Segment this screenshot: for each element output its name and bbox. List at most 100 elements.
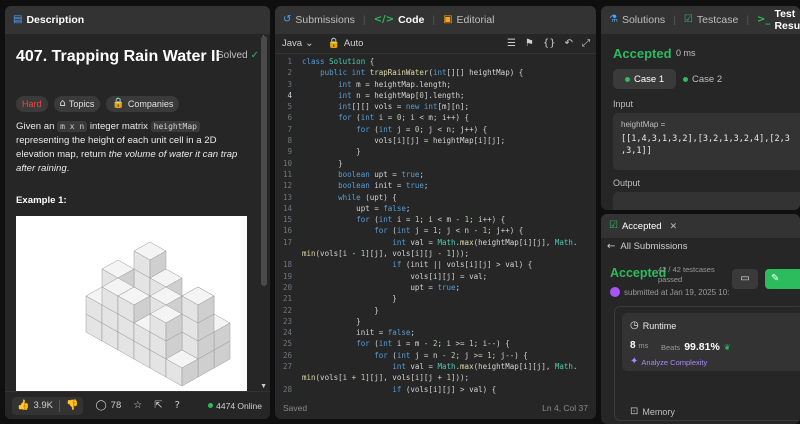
tab-code[interactable]: </> Code <box>374 14 425 26</box>
code-line[interactable]: 27 int val = Math.max(heightMap[i][j], M… <box>275 361 596 372</box>
test-result-panel: ⚗ Solutions | ☑ Testcase | >_ Test Resul… <box>601 6 800 210</box>
braces-icon[interactable]: {} <box>543 38 556 49</box>
code-line[interactable]: min(vols[i - 1][j], vols[i][j - 1])); <box>275 248 596 259</box>
tab-description[interactable]: ▤ Description <box>13 14 84 26</box>
tab-test-result[interactable]: >_ Test Result <box>757 8 800 32</box>
chevron-down-icon: ⌄ <box>305 37 314 49</box>
companies-tag[interactable]: 🔒 Companies <box>106 96 180 112</box>
auto-toggle[interactable]: 🔒 Auto <box>327 38 363 49</box>
code-line[interactable]: 1 class Solution { <box>275 56 596 67</box>
scrollbar-thumb[interactable] <box>261 36 267 286</box>
line-text: for (int j = 1; j < n - 1; j++) { <box>374 226 524 236</box>
code-line[interactable]: 14 upt = false; <box>275 203 596 214</box>
code-line[interactable]: 6 for (int i = 0; i < m; i++) { <box>275 112 596 123</box>
topics-tag[interactable]: ⌂ Topics <box>53 96 101 112</box>
analyze-complexity-link[interactable]: ✦ Analyze Complexity <box>630 357 707 367</box>
code-line[interactable]: 20 upt = true; <box>275 282 596 293</box>
code-line[interactable]: 28 if (vols[i][j] > val) { <box>275 384 596 395</box>
code-line[interactable]: 13 while (upt) { <box>275 192 596 203</box>
code-line[interactable]: 2 public int trapRainWater(int[][] heigh… <box>275 67 596 78</box>
tab-editorial[interactable]: ▣ Editorial <box>443 14 494 26</box>
code-line[interactable]: 19 vols[i][j] = val; <box>275 271 596 282</box>
code-line[interactable]: 24 init = false; <box>275 327 596 338</box>
share-button[interactable]: ⇱ <box>154 400 162 411</box>
thumbs-down-icon[interactable]: 👎 <box>66 400 78 411</box>
line-text: while (upt) { <box>338 192 397 202</box>
code-line[interactable]: 17 int val = Math.max(heightMap[i][j], M… <box>275 237 596 248</box>
code-line[interactable]: 15 for (int i = 1; i < m - 1; i++) { <box>275 214 596 225</box>
runtime-label: Runtime <box>642 321 677 331</box>
description-header: ▤ Description <box>5 6 270 34</box>
case-2-tab[interactable]: Case 2 <box>671 69 734 89</box>
comment-count: 78 <box>110 400 122 411</box>
tab-editorial-label: Editorial <box>456 14 495 26</box>
auto-label: Auto <box>343 38 364 49</box>
code-line[interactable]: 16 for (int j = 1; j < n - 1; j++) { <box>275 225 596 236</box>
expand-icon[interactable]: ⤢ <box>582 38 590 49</box>
tab-accepted[interactable]: ☑ Accepted <box>609 221 662 232</box>
runtime-card[interactable]: ◷ Runtime 8 ms Beats 99.81% ❦ ✦ Analyze … <box>622 313 800 371</box>
reset-icon[interactable]: ↶ <box>565 38 573 49</box>
code-line[interactable]: 22 } <box>275 305 596 316</box>
back-to-submissions[interactable]: ← All Submissions <box>607 241 687 252</box>
help-button[interactable]: ? <box>175 400 180 411</box>
chip-icon: ⊡ <box>630 406 639 417</box>
code-editor[interactable]: 1 class Solution {2 public int trapRainWa… <box>275 56 596 397</box>
code-line[interactable]: 12 boolean init = true; <box>275 180 596 191</box>
code-line[interactable]: 23 } <box>275 316 596 327</box>
comments-button[interactable]: ◯ 78 <box>95 400 121 411</box>
code-line[interactable]: 8 vols[i][j] = heightMap[i][j]; <box>275 135 596 146</box>
favorite-button[interactable]: ☆ <box>133 400 142 411</box>
code-line[interactable]: 18 if (init || vols[i][j] > val) { <box>275 259 596 270</box>
tab-testcase[interactable]: ☑ Testcase <box>684 14 738 26</box>
close-icon[interactable]: ✕ <box>670 221 678 232</box>
tab-separator: | <box>362 14 366 26</box>
code-line[interactable]: 5 int[][] vols = new int[m][n]; <box>275 101 596 112</box>
arrow-left-icon: ← <box>607 240 616 252</box>
document-icon: ▤ <box>13 14 23 25</box>
problem-title[interactable]: 407. Trapping Rain Water II <box>16 48 220 66</box>
line-text: } <box>302 305 379 315</box>
code-line[interactable]: 3 int m = heightMap.length; <box>275 79 596 90</box>
line-number: 18 <box>282 260 292 270</box>
case-1-tab[interactable]: Case 1 <box>613 69 677 89</box>
notes-button[interactable]: ▭ <box>732 269 758 289</box>
tab-solutions[interactable]: ⚗ Solutions <box>609 14 665 26</box>
notes-icon[interactable]: ☰ <box>507 38 516 49</box>
bookmark-icon[interactable]: ⚑ <box>525 38 534 49</box>
code-line[interactable]: 25 for (int i = m - 2; i >= 1; i--) { <box>275 338 596 349</box>
tab-submissions[interactable]: ↺ Submissions <box>283 14 355 26</box>
tab-submissions-label: Submissions <box>295 14 355 26</box>
thumbs-up-icon[interactable]: 👍 <box>17 400 29 411</box>
desc-text-2: integer matrix <box>87 121 151 132</box>
flask-icon: ⚗ <box>609 14 618 25</box>
desc-code-mxn: m x n <box>57 121 88 132</box>
line-number: 5 <box>287 102 292 112</box>
language-select[interactable]: Java ⌄ <box>282 38 313 49</box>
code-line[interactable]: 9 } <box>275 146 596 157</box>
scroll-down-arrow[interactable]: ▼ <box>260 383 267 390</box>
code-line[interactable]: 11 boolean upt = true; <box>275 169 596 180</box>
input-value-line-2: ,3,1]] <box>621 146 652 156</box>
code-line[interactable]: 21 } <box>275 293 596 304</box>
tab-solutions-label: Solutions <box>621 14 666 26</box>
memory-heading[interactable]: ⊡ Memory <box>630 406 675 418</box>
line-number: 13 <box>282 192 292 202</box>
code-line[interactable]: 26 for (int j = n - 2; j >= 1; j--) { <box>275 350 596 361</box>
book-icon: ▣ <box>443 14 453 25</box>
code-line[interactable]: 10 } <box>275 158 596 169</box>
line-text: } <box>302 158 343 168</box>
description-scrollbar[interactable] <box>261 36 267 387</box>
result-runtime: 0 ms <box>676 48 696 58</box>
avatar[interactable] <box>610 287 620 297</box>
code-line[interactable]: min(vols[i + 1][j], vols[i][j + 1])); <box>275 372 596 383</box>
line-text: int val = Math.max(heightMap[i][j], Math… <box>392 362 578 372</box>
testcases-passed: 42 / 42 testcases passed <box>658 265 715 284</box>
solution-button[interactable]: ✎ <box>765 269 800 289</box>
code-line[interactable]: 4 int n = heightMap[0].length; <box>275 90 596 101</box>
line-text: for (int i = m - 2; i >= 1; i--) { <box>356 339 510 349</box>
code-line[interactable]: 7 for (int j = 0; j < n; j++) { <box>275 124 596 135</box>
line-number: 15 <box>282 215 292 225</box>
line-number: 8 <box>287 136 292 146</box>
example-heading: Example 1: <box>16 195 67 206</box>
